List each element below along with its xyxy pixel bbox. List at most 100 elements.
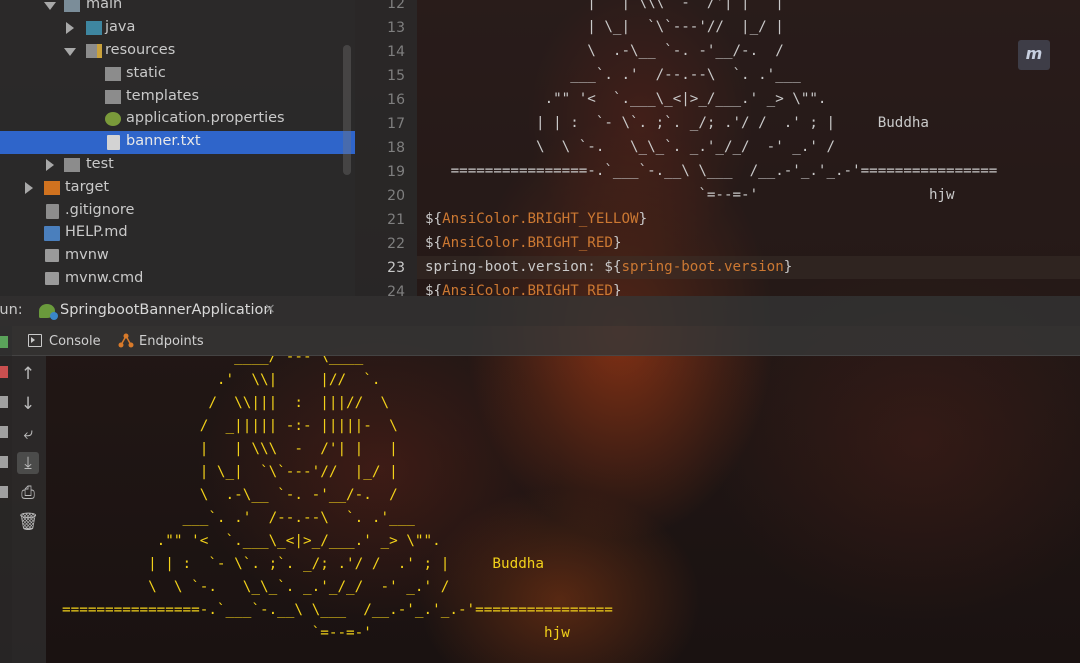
tab-endpoints-label: Endpoints	[139, 334, 204, 349]
tab-endpoints[interactable]: Endpoints	[118, 326, 208, 356]
restore-layout-icon[interactable]	[0, 396, 8, 408]
code-token: ${	[425, 211, 443, 227]
code-line: | | : `- \`. ;`. _/; .'/ / .' ; | Buddha	[425, 115, 929, 131]
line-number-current: 23	[387, 260, 405, 276]
more-actions-icon[interactable]	[0, 486, 8, 498]
tree-item-mvnw[interactable]: mvnw	[0, 245, 355, 268]
folder-icon	[64, 158, 80, 172]
tree-item-mvnw-cmd[interactable]: mvnw.cmd	[0, 268, 355, 291]
tree-item-templates[interactable]: templates	[0, 86, 355, 109]
tree-item-target[interactable]: target	[0, 177, 355, 200]
soft-wrap-icon[interactable]: ⤶	[17, 423, 39, 445]
code-line: \ .-\__ `-. -'__/-. /	[425, 43, 784, 59]
code-line: ${AnsiColor.BRIGHT_RED}	[425, 235, 621, 251]
chevron-right-icon[interactable]	[66, 22, 74, 34]
run-config-tab-label: SpringbootBannerApplication	[60, 302, 273, 318]
console-toolbar: ↑ ↓ ⤶ ⤓ ⎙ 🗑	[12, 356, 46, 663]
arrow-down-icon[interactable]: ↓	[17, 393, 39, 415]
code-token: AnsiColor.BRIGHT_RED	[442, 235, 613, 251]
console-output[interactable]: ____/`---'\____ .' \\| |// `. / \\||| : …	[46, 356, 1080, 663]
tree-item-java[interactable]: java	[0, 17, 355, 40]
run-tool-window-header: Run: SpringbootBannerApplication ×	[0, 296, 1080, 326]
code-line: | | \\\ - /'| | |	[425, 0, 784, 11]
spring-boot-icon	[39, 304, 58, 320]
gitignore-file-icon	[46, 204, 59, 219]
tree-item-banner-txt[interactable]: banner.txt	[0, 131, 355, 154]
tree-item-main[interactable]: main	[0, 0, 355, 17]
tree-scrollbar[interactable]	[343, 45, 351, 175]
tree-item-label: banner.txt	[126, 133, 201, 149]
close-tab-icon[interactable]: ×	[264, 301, 276, 317]
console-line: / \\||| : |||// \	[62, 395, 390, 411]
tree-item-resources[interactable]: resources	[0, 40, 355, 63]
tree-item-gitignore[interactable]: .gitignore	[0, 200, 355, 223]
tree-item-static[interactable]: static	[0, 63, 355, 86]
run-config-tab[interactable]: SpringbootBannerApplication	[33, 296, 273, 326]
console-line: / _||||| -:- |||||- \	[62, 418, 398, 434]
folder-icon	[64, 0, 80, 12]
tree-item-label: templates	[126, 88, 200, 104]
console-line: ___`. .' /--.--\ `. .'___	[62, 510, 415, 526]
code-editor[interactable]: | | \\\ - /'| | | | \_| `\`---'// |_/ | …	[417, 0, 1080, 296]
code-line: \ \ `-. \_\_`. _.'_/_/ -' _.' /	[425, 139, 835, 155]
stop-icon[interactable]	[0, 366, 8, 378]
tree-item-label: mvnw	[65, 247, 109, 263]
rerun-icon[interactable]	[0, 336, 8, 348]
console-line: ================-.`___`-.__\ \___ /__.-'…	[62, 602, 613, 618]
settings-icon[interactable]	[0, 456, 8, 468]
tree-item-label: static	[126, 65, 166, 81]
tree-item-label: application.properties	[126, 110, 285, 126]
line-number: 14	[387, 44, 405, 60]
tree-item-label: mvnw.cmd	[65, 270, 144, 286]
tree-item-label: .gitignore	[65, 202, 135, 218]
project-tree[interactable]: main java resources static templates app…	[0, 0, 355, 296]
arrow-up-icon[interactable]: ↑	[17, 363, 39, 385]
code-token: spring-boot.version: ${	[425, 259, 622, 275]
tree-item-application-properties[interactable]: application.properties	[0, 108, 355, 131]
line-number: 18	[387, 140, 405, 156]
run-actions-toolbar	[0, 326, 12, 663]
chevron-right-icon[interactable]	[25, 182, 33, 194]
line-number: 15	[387, 68, 405, 84]
editor-gutter: 12 13 14 15 16 17 18 19 20 21 22 23 24	[355, 0, 417, 300]
excluded-folder-icon	[44, 181, 60, 195]
code-line: `=--=-' hjw	[425, 187, 955, 203]
tab-console[interactable]: Console	[28, 326, 108, 356]
line-number: 19	[387, 164, 405, 180]
pin-tab-icon[interactable]	[0, 426, 8, 438]
tree-item-help-md[interactable]: HELP.md	[0, 222, 355, 245]
line-number: 16	[387, 92, 405, 108]
code-token: spring-boot.version	[621, 259, 784, 275]
markdown-file-icon	[44, 226, 60, 241]
code-token: AnsiColor.BRIGHT_RED	[442, 283, 613, 296]
run-subtabs: Console Endpoints	[0, 326, 1080, 356]
tree-item-label: test	[86, 156, 114, 172]
console-line: `=--=-' hjw	[62, 625, 570, 641]
code-line: ."" '< `.___\_<|>_/___.' _> \"".	[425, 91, 827, 107]
print-icon[interactable]: ⎙	[17, 482, 39, 504]
console-icon	[28, 334, 42, 347]
tree-item-label: java	[105, 19, 136, 35]
console-line: ____/`---'\____	[62, 356, 364, 365]
tab-console-label: Console	[49, 334, 101, 349]
line-number: 13	[387, 20, 405, 36]
console-line: | | \\\ - /'| | |	[62, 441, 398, 457]
chevron-down-icon[interactable]	[64, 48, 76, 56]
maven-load-icon[interactable]: m	[1018, 40, 1050, 70]
tree-item-label: main	[86, 0, 123, 12]
code-line: ${AnsiColor.BRIGHT_RED}	[425, 283, 621, 296]
code-token: AnsiColor.BRIGHT_YELLOW	[442, 211, 639, 227]
chevron-right-icon[interactable]	[46, 159, 54, 171]
code-token: ${	[425, 235, 443, 251]
scroll-to-end-icon[interactable]: ⤓	[17, 452, 39, 474]
tree-item-label: HELP.md	[65, 224, 128, 240]
code-token: }	[638, 211, 648, 227]
source-folder-icon	[86, 21, 102, 35]
code-token: }	[612, 235, 622, 251]
tree-item-test[interactable]: test	[0, 154, 355, 177]
trash-icon[interactable]: 🗑	[17, 511, 39, 533]
code-line: ${AnsiColor.BRIGHT_YELLOW}	[425, 211, 647, 227]
chevron-down-icon[interactable]	[44, 2, 56, 10]
console-line: \ \ `-. \_\_`. _.'_/_/ -' _.' /	[62, 579, 450, 595]
shell-file-icon	[45, 249, 59, 262]
